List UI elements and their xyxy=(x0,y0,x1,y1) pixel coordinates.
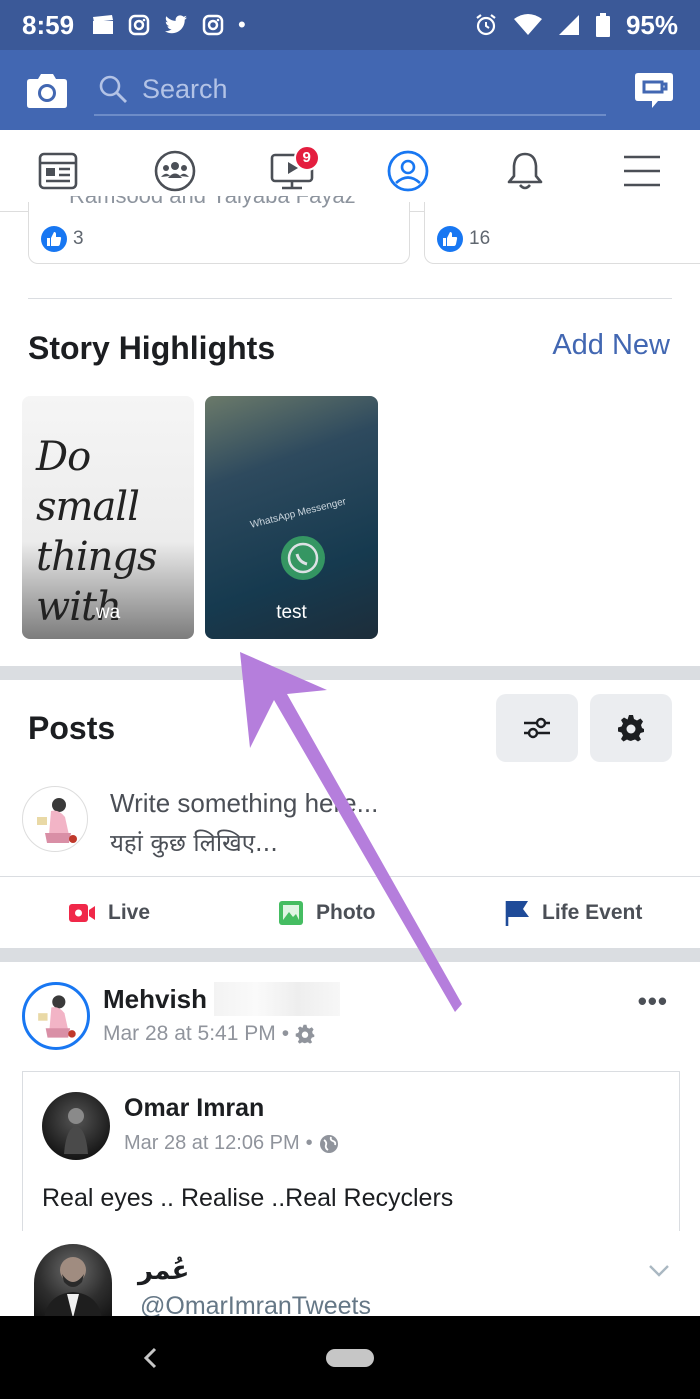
battery-icon xyxy=(595,13,610,37)
status-bar: 8:59 • 95% xyxy=(0,0,700,50)
post-author-avatar[interactable] xyxy=(22,982,90,1050)
watch-badge: 9 xyxy=(293,144,320,171)
story-label: wa xyxy=(95,602,121,623)
search-icon xyxy=(99,75,127,103)
post-timestamp[interactable]: Mar 28 at 5:41 PM xyxy=(103,1022,276,1046)
clipped-text: Ramsood and Yaiyaba Fayaz xyxy=(69,196,356,210)
tab-watch[interactable]: 9 xyxy=(262,141,322,201)
tab-news-feed[interactable] xyxy=(28,141,88,201)
life-event-button[interactable]: Life Event xyxy=(504,899,642,927)
home-pill[interactable] xyxy=(326,1349,374,1367)
live-video-icon xyxy=(69,903,95,922)
embed-author-handle[interactable]: @OmarImranTweets xyxy=(140,1292,371,1316)
prev-card-right[interactable]: 16 xyxy=(424,202,700,264)
meta-dot: • xyxy=(305,1132,313,1154)
alarm-icon xyxy=(476,14,496,36)
filter-button[interactable] xyxy=(496,694,578,762)
composer-prompt-hindi[interactable]: यहां कुछ लिखिए... xyxy=(110,826,278,859)
story-highlight-wa[interactable]: Do smallthings withGREAT love. wa xyxy=(22,396,194,639)
gear-icon xyxy=(618,715,644,742)
groups-icon xyxy=(154,150,196,191)
composer-actions: Live Photo Life Event xyxy=(0,876,700,948)
battery-percent: 95% xyxy=(625,9,678,40)
tab-groups[interactable] xyxy=(145,141,205,201)
story-highlights-title: Story Highlights xyxy=(28,330,276,366)
blurred-name xyxy=(214,982,340,1016)
hamburger-menu-icon xyxy=(623,155,660,186)
photo-button[interactable]: Photo xyxy=(278,900,375,926)
notification-dot-icon: • xyxy=(238,12,246,37)
section-separator xyxy=(0,948,700,962)
embed-author-avatar[interactable] xyxy=(34,1244,112,1318)
embed-author-name[interactable]: عُمر xyxy=(138,1256,189,1286)
post-author-name[interactable]: Mehvish xyxy=(103,984,207,1015)
gear-privacy-icon xyxy=(295,1024,315,1044)
instagram-icon xyxy=(128,14,150,36)
globe-icon xyxy=(319,1134,338,1153)
story-label: test xyxy=(276,602,307,623)
instagram-icon-2 xyxy=(202,14,224,36)
top-bar: Search xyxy=(0,50,700,130)
section-separator xyxy=(0,666,700,680)
shared-timestamp[interactable]: Mar 28 at 12:06 PM xyxy=(124,1132,300,1155)
story-image-text: WhatsApp Messenger xyxy=(249,496,348,531)
status-time: 8:59 xyxy=(22,9,75,40)
live-label: Live xyxy=(108,900,151,924)
search-placeholder: Search xyxy=(142,73,228,104)
messenger-icon[interactable] xyxy=(634,70,674,110)
composer-prompt[interactable]: Write something here... xyxy=(110,788,378,819)
sliders-icon xyxy=(524,717,550,739)
tab-profile[interactable] xyxy=(378,141,438,201)
shared-author-name[interactable]: Omar Imran xyxy=(124,1094,264,1123)
like-count: 3 xyxy=(73,228,84,249)
like-count-right: 16 xyxy=(437,226,490,252)
more-options-icon[interactable]: ••• xyxy=(638,986,668,1017)
live-button[interactable]: Live xyxy=(68,901,150,925)
android-nav-bar xyxy=(0,1316,700,1399)
settings-button[interactable] xyxy=(590,694,672,762)
back-icon[interactable] xyxy=(142,1346,158,1370)
chevron-down-icon[interactable] xyxy=(648,1264,670,1278)
shared-author-avatar[interactable] xyxy=(42,1092,110,1160)
posts-title: Posts xyxy=(28,710,116,746)
like-icon xyxy=(41,226,67,252)
camera-icon[interactable] xyxy=(26,71,68,109)
wifi-icon xyxy=(513,14,542,35)
shared-meta: Mar 28 at 12:06 PM • xyxy=(124,1132,339,1155)
flag-icon xyxy=(505,900,529,926)
like-count-left: 3 xyxy=(41,226,84,252)
like-count: 16 xyxy=(469,228,491,249)
prev-card-left[interactable]: Ramsood and Yaiyaba Fayaz 3 xyxy=(28,196,410,264)
twitter-icon xyxy=(165,15,188,34)
photo-label: Photo xyxy=(316,900,376,924)
story-highlight-test[interactable]: WhatsApp Messenger test xyxy=(205,396,378,639)
composer-avatar[interactable] xyxy=(22,786,88,852)
signal-icon xyxy=(558,15,579,35)
post-meta: Mar 28 at 5:41 PM • xyxy=(103,1022,315,1046)
news-feed-icon xyxy=(39,152,78,189)
bell-icon xyxy=(507,152,543,189)
shared-post[interactable]: Omar Imran Mar 28 at 12:06 PM • Real eye… xyxy=(22,1071,680,1231)
divider xyxy=(28,298,672,299)
tab-menu[interactable] xyxy=(612,141,672,201)
like-icon xyxy=(437,226,463,252)
previous-cards: Ramsood and Yaiyaba Fayaz 3 16 xyxy=(0,196,700,302)
shared-post-text: Real eyes .. Realise ..Real Recyclers xyxy=(42,1184,454,1212)
search-bar[interactable]: Search xyxy=(94,64,606,116)
clapper-icon xyxy=(93,15,114,34)
whatsapp-logo-icon xyxy=(281,536,325,580)
tab-notifications[interactable] xyxy=(495,141,555,201)
profile-icon xyxy=(387,150,429,191)
life-event-label: Life Event xyxy=(542,900,643,924)
meta-dot: • xyxy=(281,1022,290,1045)
photo-icon xyxy=(279,900,303,925)
add-new-link[interactable]: Add New xyxy=(552,329,670,362)
